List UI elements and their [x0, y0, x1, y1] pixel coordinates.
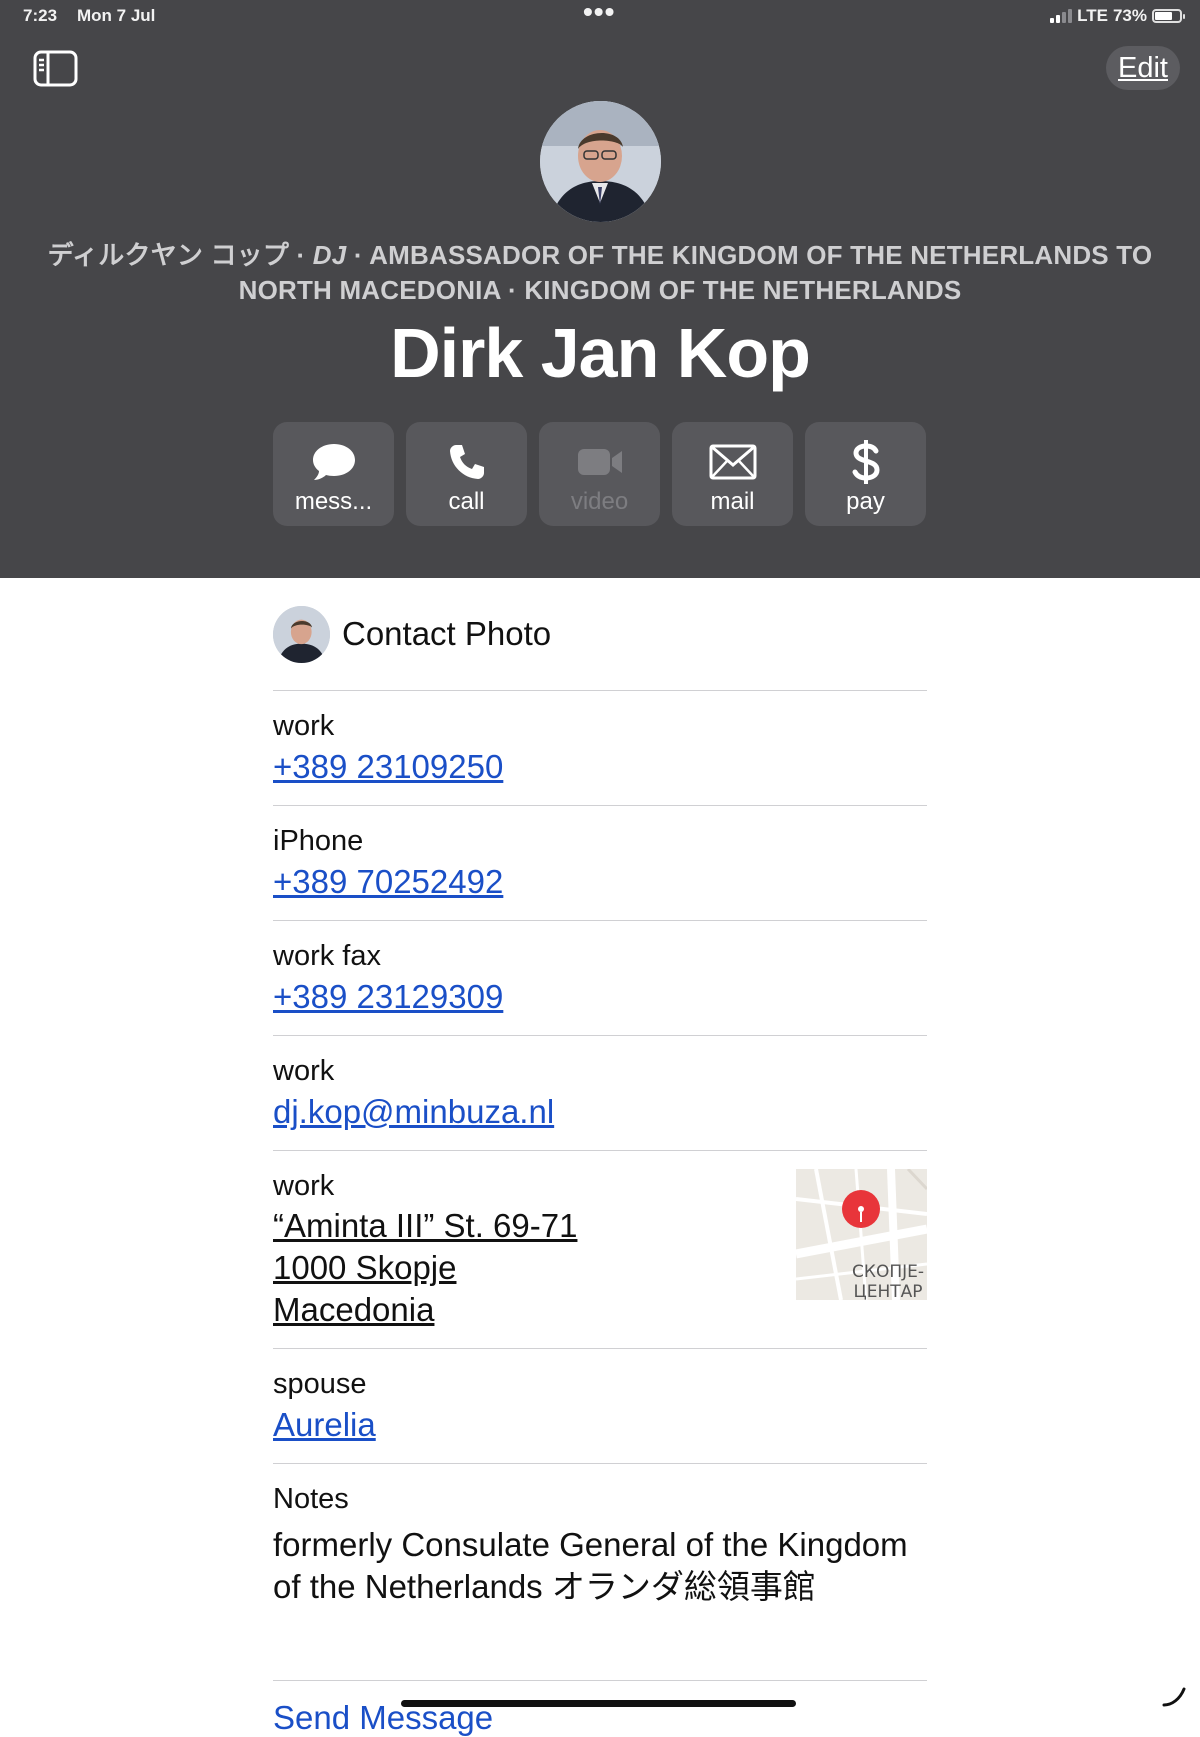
contact-photo-thumbnail — [273, 605, 330, 663]
phone-icon — [447, 436, 487, 488]
notes-row[interactable]: Notes formerly Consulate General of the … — [273, 1464, 927, 1681]
contact-name: Dirk Jan Kop — [390, 314, 811, 392]
battery-icon — [1152, 9, 1185, 23]
contact-header: 7:23 Mon 7 Jul ••• LTE 73% Edit ディルクヤン コ… — [0, 0, 1200, 578]
spouse-row: spouse Aurelia — [273, 1349, 927, 1464]
battery-percent: 73% — [1112, 6, 1147, 25]
status-time: 7:23 — [23, 6, 58, 25]
scribble-corner-icon[interactable] — [1162, 1687, 1186, 1712]
call-button-label: call — [448, 488, 485, 515]
message-button-label: mess... — [294, 488, 373, 515]
network-type: LTE — [1077, 6, 1108, 25]
contact-avatar[interactable] — [540, 101, 661, 222]
video-camera-icon — [576, 436, 624, 488]
pay-button[interactable]: pay — [805, 422, 926, 526]
notes-label: Notes — [273, 1483, 349, 1515]
address-work-row: work “Aminta III” St. 69-71 1000 Skopje … — [273, 1151, 927, 1349]
subtitle-nickname: DJ — [312, 240, 347, 270]
field-label: work fax — [273, 940, 381, 972]
email-work-row: work dj.kop@minbuza.nl — [273, 1036, 927, 1151]
contact-details: Contact Photo work +389 23109250 iPhone … — [273, 578, 927, 1737]
contact-photo-label: Contact Photo — [342, 615, 552, 652]
subtitle-job: · AMBASSADOR OF THE KINGDOM OF THE NETHE… — [346, 240, 1153, 270]
multitasking-dots[interactable]: ••• — [583, 0, 615, 28]
video-button-label: video — [570, 488, 629, 515]
status-right: LTE 73% — [1050, 6, 1185, 26]
map-district-label-1: СКОПЈЕ- — [852, 1262, 924, 1282]
address-map-thumbnail[interactable]: СКОПЈЕ- ЦЕНТАР — [796, 1169, 927, 1300]
edit-button[interactable]: Edit — [1106, 46, 1180, 90]
notes-line-2: of the Netherlands オランダ総領事館 — [273, 1568, 816, 1605]
sidebar-toggle-icon[interactable] — [33, 50, 78, 87]
message-bubble-icon — [311, 436, 357, 488]
quick-actions: mess... call video mail pay — [273, 422, 926, 526]
phone-work-link[interactable]: +389 23109250 — [273, 745, 927, 789]
field-label: spouse — [273, 1368, 367, 1400]
video-button[interactable]: video — [539, 422, 660, 526]
subtitle-line-2: NORTH MACEDONIA · KINGDOM OF THE NETHERL… — [238, 275, 962, 305]
mail-button[interactable]: mail — [672, 422, 793, 526]
email-work-link[interactable]: dj.kop@minbuza.nl — [273, 1090, 927, 1134]
phone-iphone-row: iPhone +389 70252492 — [273, 806, 927, 921]
phone-fax-row: work fax +389 23129309 — [273, 921, 927, 1036]
phone-work-row: work +389 23109250 — [273, 691, 927, 806]
home-indicator[interactable] — [401, 1700, 796, 1707]
message-button[interactable]: mess... — [273, 422, 394, 526]
spouse-link[interactable]: Aurelia — [273, 1403, 927, 1447]
map-district-label-2: ЦЕНТАР — [854, 1282, 923, 1300]
status-date: Mon 7 Jul — [77, 6, 156, 25]
notes-line-1: formerly Consulate General of the Kingdo… — [273, 1526, 908, 1563]
field-label: work — [273, 1055, 335, 1087]
envelope-icon — [709, 436, 757, 488]
field-label: iPhone — [273, 825, 364, 857]
field-label: work — [273, 710, 335, 742]
phone-iphone-link[interactable]: +389 70252492 — [273, 860, 927, 904]
phone-fax-link[interactable]: +389 23129309 — [273, 975, 927, 1019]
subtitle-line-1: ディルクヤン コップ · DJ · AMBASSADOR OF THE KING… — [20, 238, 1180, 273]
call-button[interactable]: call — [406, 422, 527, 526]
mail-button-label: mail — [710, 488, 755, 515]
pay-button-label: pay — [846, 488, 885, 515]
subtitle-phonetic: ディルクヤン コップ · — [47, 240, 313, 270]
status-bar: 7:23 Mon 7 Jul ••• LTE 73% — [23, 0, 1185, 30]
contact-subtitle: ディルクヤン コップ · DJ · AMBASSADOR OF THE KING… — [20, 238, 1180, 308]
signal-bars-icon — [1050, 9, 1073, 23]
notes-text: formerly Consulate General of the Kingdo… — [273, 1524, 927, 1608]
send-message-button[interactable]: Send Message — [273, 1681, 927, 1737]
dollar-icon — [851, 436, 881, 488]
contact-photo-row[interactable]: Contact Photo — [273, 578, 927, 691]
